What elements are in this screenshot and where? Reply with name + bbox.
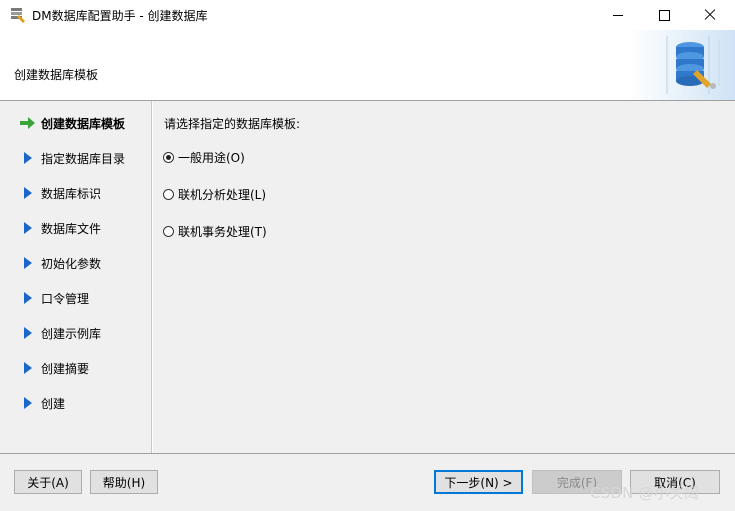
template-prompt: 请选择指定的数据库模板: (164, 117, 301, 131)
minimize-button[interactable] (595, 0, 641, 30)
nav-item-create: 创建 (0, 392, 150, 414)
database-config-icon (11, 8, 25, 23)
nav-item-label: 创建数据库模板 (41, 117, 126, 131)
nav-item-label: 数据库标识 (41, 187, 102, 201)
radio-label: 联机分析处理(L) (178, 187, 267, 202)
blue-triangle-icon (24, 222, 32, 234)
page-title: 创建数据库模板 (14, 68, 99, 82)
nav-item-label: 指定数据库目录 (41, 152, 126, 166)
next-button[interactable]: 下一步(N) > (434, 470, 523, 494)
template-selection-panel: 请选择指定的数据库模板: 一般用途(O) 联机分析处理(L) 联机事务处理(T) (153, 101, 735, 453)
help-button[interactable]: 帮助(H) (90, 470, 158, 494)
blue-triangle-icon (24, 257, 32, 269)
radio-button[interactable] (163, 188, 174, 200)
button-bar: 关于(A) 帮助(H) 下一步(N) > 完成(F) 取消(C) CSDN @小… (0, 454, 735, 511)
close-button[interactable] (687, 0, 733, 30)
nav-item-label: 创建 (41, 397, 66, 411)
nav-item-label: 创建摘要 (41, 362, 90, 376)
database-stack-icon (629, 30, 735, 100)
blue-triangle-icon (24, 187, 32, 199)
wizard-header: 创建数据库模板 (0, 30, 735, 100)
blue-triangle-icon (24, 362, 32, 374)
nav-item-label: 口令管理 (41, 292, 90, 306)
blue-triangle-icon (24, 397, 32, 409)
radio-general-purpose[interactable]: 一般用途(O) (163, 148, 245, 166)
nav-item-label: 创建示例库 (41, 327, 102, 341)
nav-item-db-identifier: 数据库标识 (0, 182, 150, 204)
close-icon (704, 9, 716, 21)
minimize-icon (613, 14, 623, 16)
watermark-text: CSDN @小关阔 (590, 484, 700, 502)
blue-triangle-icon (24, 292, 32, 304)
maximize-button[interactable] (641, 0, 687, 30)
nav-item-sample-db: 创建示例库 (0, 322, 150, 344)
radio-button[interactable] (163, 225, 174, 237)
nav-item-password: 口令管理 (0, 287, 150, 309)
radio-button[interactable] (163, 151, 174, 163)
nav-item-init-params: 初始化参数 (0, 252, 150, 274)
blue-triangle-icon (24, 327, 32, 339)
about-button[interactable]: 关于(A) (14, 470, 82, 494)
nav-item-summary: 创建摘要 (0, 357, 150, 379)
nav-item-label: 初始化参数 (41, 257, 102, 271)
radio-label: 一般用途(O) (178, 150, 245, 165)
title-bar[interactable]: DM数据库配置助手 - 创建数据库 (0, 0, 735, 30)
nav-item-db-files: 数据库文件 (0, 217, 150, 239)
green-arrow-icon (20, 117, 35, 129)
maximize-icon (658, 9, 670, 21)
radio-olap[interactable]: 联机分析处理(L) (163, 185, 266, 203)
wizard-steps: 创建数据库模板 指定数据库目录 数据库标识 数据库文件 初始化参数 口令管理 创… (0, 101, 152, 453)
blue-triangle-icon (24, 152, 32, 164)
window-title: DM数据库配置助手 - 创建数据库 (32, 9, 208, 23)
nav-item-db-directory: 指定数据库目录 (0, 147, 150, 169)
nav-item-label: 数据库文件 (41, 222, 102, 236)
radio-oltp[interactable]: 联机事务处理(T) (163, 222, 267, 240)
nav-item-create-template: 创建数据库模板 (0, 112, 150, 134)
radio-label: 联机事务处理(T) (178, 224, 267, 239)
